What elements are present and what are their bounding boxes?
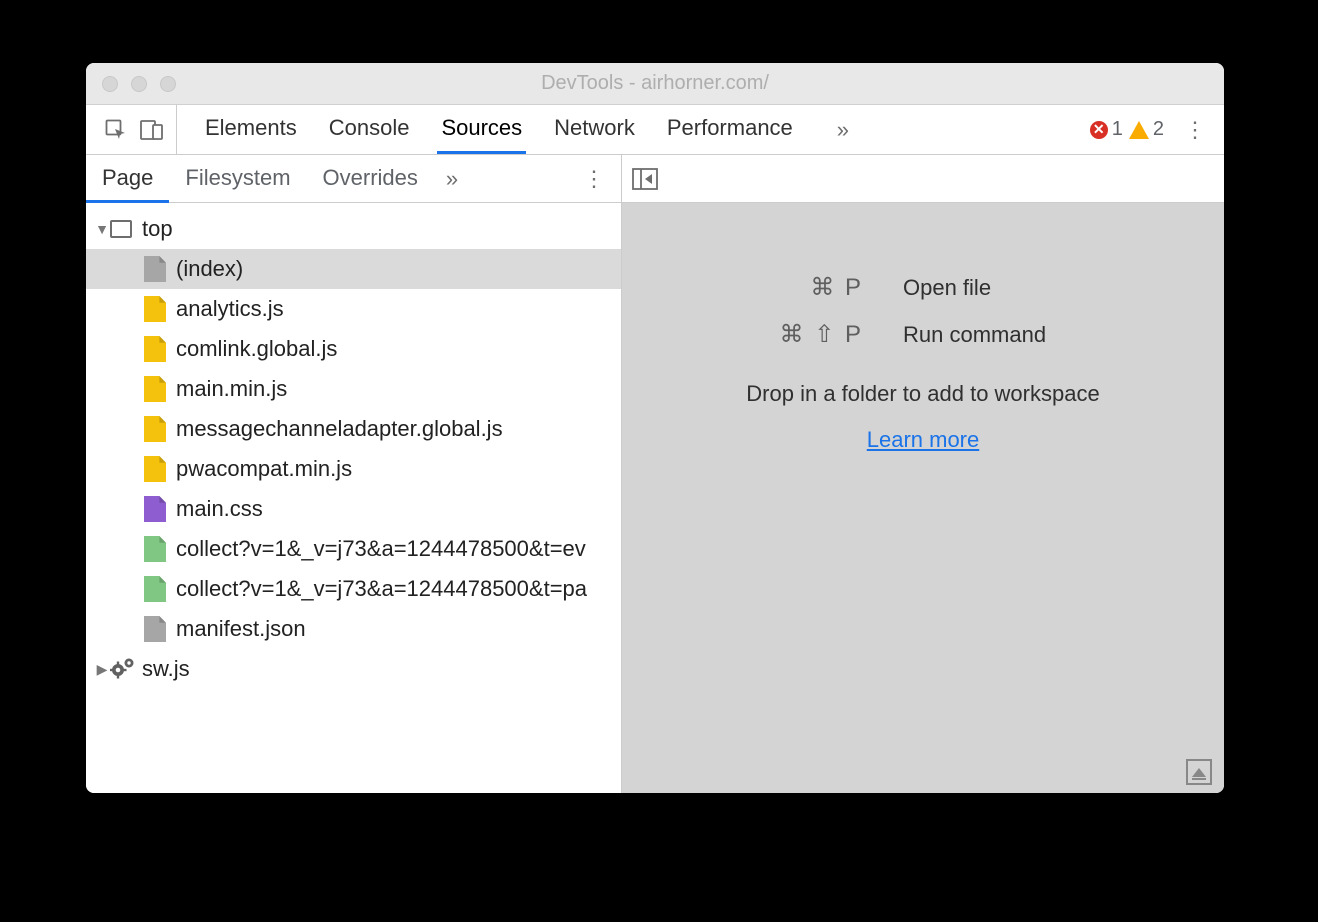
errors-badge[interactable]: ✕ 1 bbox=[1090, 118, 1123, 141]
file-icon bbox=[144, 496, 166, 522]
tree-file[interactable]: main.css bbox=[86, 489, 621, 529]
tabs-overflow-icon[interactable]: » bbox=[821, 105, 865, 154]
tree-label: comlink.global.js bbox=[176, 336, 621, 362]
inspect-toolbar bbox=[92, 105, 177, 154]
warning-icon bbox=[1129, 121, 1149, 139]
tree-label: top bbox=[142, 216, 621, 242]
tab-performance[interactable]: Performance bbox=[663, 105, 797, 154]
file-icon bbox=[144, 456, 166, 482]
navigator-menu-icon[interactable]: ⋮ bbox=[567, 155, 621, 202]
tree-label: analytics.js bbox=[176, 296, 621, 322]
tree-label: main.min.js bbox=[176, 376, 621, 402]
tab-console[interactable]: Console bbox=[325, 105, 414, 154]
tab-network[interactable]: Network bbox=[550, 105, 639, 154]
file-icon bbox=[144, 536, 166, 562]
zoom-window-button[interactable] bbox=[160, 76, 176, 92]
device-toolbar-icon[interactable] bbox=[138, 116, 166, 144]
shortcut-keys: ⌘ P bbox=[713, 273, 863, 302]
tree-label: collect?v=1&_v=j73&a=1244478500&t=ev bbox=[176, 536, 621, 562]
shortcut-label: Open file bbox=[903, 275, 1133, 301]
tree-file[interactable]: comlink.global.js bbox=[86, 329, 621, 369]
tree-label: collect?v=1&_v=j73&a=1244478500&t=pa bbox=[176, 576, 621, 602]
tree-service-worker[interactable]: ▶ sw.js bbox=[86, 649, 621, 689]
disclosure-triangle-icon[interactable]: ▶ bbox=[94, 661, 110, 678]
gears-icon bbox=[110, 656, 132, 682]
tree-file[interactable]: pwacompat.min.js bbox=[86, 449, 621, 489]
file-icon bbox=[144, 576, 166, 602]
titlebar: DevTools - airhorner.com/ bbox=[86, 63, 1224, 105]
tree-file[interactable]: analytics.js bbox=[86, 289, 621, 329]
tree-label: sw.js bbox=[142, 656, 621, 682]
file-icon bbox=[144, 616, 166, 642]
errors-count: 1 bbox=[1112, 118, 1123, 141]
navigator-overflow-icon[interactable]: » bbox=[434, 155, 470, 202]
tab-elements[interactable]: Elements bbox=[201, 105, 301, 154]
disclosure-triangle-icon[interactable]: ▼ bbox=[94, 221, 110, 237]
editor-pane: ⌘ P Open file ⌘ ⇧ P Run command Drop in … bbox=[622, 155, 1224, 793]
navigator-pane: Page Filesystem Overrides » ⋮ ▼ top (ind… bbox=[86, 155, 622, 793]
sources-body: Page Filesystem Overrides » ⋮ ▼ top (ind… bbox=[86, 155, 1224, 793]
editor-empty-state: ⌘ P Open file ⌘ ⇧ P Run command Drop in … bbox=[622, 203, 1224, 793]
editor-toolbar bbox=[622, 155, 1224, 203]
navigator-tabs: Page Filesystem Overrides » ⋮ bbox=[86, 155, 621, 203]
file-icon bbox=[144, 416, 166, 442]
shortcut-open-file: ⌘ P Open file bbox=[713, 273, 1133, 302]
tree-file[interactable]: manifest.json bbox=[86, 609, 621, 649]
tab-sources[interactable]: Sources bbox=[437, 105, 526, 154]
settings-menu-icon[interactable]: ⋮ bbox=[1172, 105, 1218, 154]
main-tabs: Elements Console Sources Network Perform… bbox=[177, 105, 1082, 154]
learn-more-link[interactable]: Learn more bbox=[867, 427, 980, 453]
tree-label: main.css bbox=[176, 496, 621, 522]
devtools-window: DevTools - airhorner.com/ Elements Conso… bbox=[86, 63, 1224, 793]
drawer-toggle-icon[interactable] bbox=[1186, 759, 1212, 785]
tree-file[interactable]: main.min.js bbox=[86, 369, 621, 409]
tree-label: manifest.json bbox=[176, 616, 621, 642]
tree-file[interactable]: collect?v=1&_v=j73&a=1244478500&t=ev bbox=[86, 529, 621, 569]
file-icon bbox=[144, 256, 166, 282]
file-icon bbox=[144, 296, 166, 322]
tree-file[interactable]: messagechanneladapter.global.js bbox=[86, 409, 621, 449]
inspect-element-icon[interactable] bbox=[102, 116, 130, 144]
warnings-count: 2 bbox=[1153, 118, 1164, 141]
window-title: DevTools - airhorner.com/ bbox=[86, 72, 1224, 95]
window-controls bbox=[102, 76, 176, 92]
tree-frame-top[interactable]: ▼ top bbox=[86, 209, 621, 249]
navigator-tab-overrides[interactable]: Overrides bbox=[307, 155, 434, 203]
warnings-badge[interactable]: 2 bbox=[1129, 118, 1164, 141]
tree-label: messagechanneladapter.global.js bbox=[176, 416, 621, 442]
navigator-tab-page[interactable]: Page bbox=[86, 155, 169, 203]
tree-label: (index) bbox=[176, 256, 621, 282]
error-warning-status[interactable]: ✕ 1 2 bbox=[1082, 105, 1172, 154]
shortcut-run-command: ⌘ ⇧ P Run command bbox=[713, 320, 1133, 349]
frame-icon bbox=[110, 216, 132, 242]
toggle-navigator-icon[interactable] bbox=[632, 168, 658, 190]
tree-file[interactable]: collect?v=1&_v=j73&a=1244478500&t=pa bbox=[86, 569, 621, 609]
minimize-window-button[interactable] bbox=[131, 76, 147, 92]
close-window-button[interactable] bbox=[102, 76, 118, 92]
file-icon bbox=[144, 336, 166, 362]
main-tab-strip: Elements Console Sources Network Perform… bbox=[86, 105, 1224, 155]
workspace-drop-hint: Drop in a folder to add to workspace bbox=[746, 381, 1099, 407]
shortcut-label: Run command bbox=[903, 322, 1133, 348]
navigator-tab-filesystem[interactable]: Filesystem bbox=[169, 155, 306, 203]
error-icon: ✕ bbox=[1090, 121, 1108, 139]
tree-file[interactable]: (index) bbox=[86, 249, 621, 289]
shortcut-keys: ⌘ ⇧ P bbox=[713, 320, 863, 349]
file-tree: ▼ top (index) analytics.js comlink.global.… bbox=[86, 203, 621, 793]
tree-label: pwacompat.min.js bbox=[176, 456, 621, 482]
file-icon bbox=[144, 376, 166, 402]
